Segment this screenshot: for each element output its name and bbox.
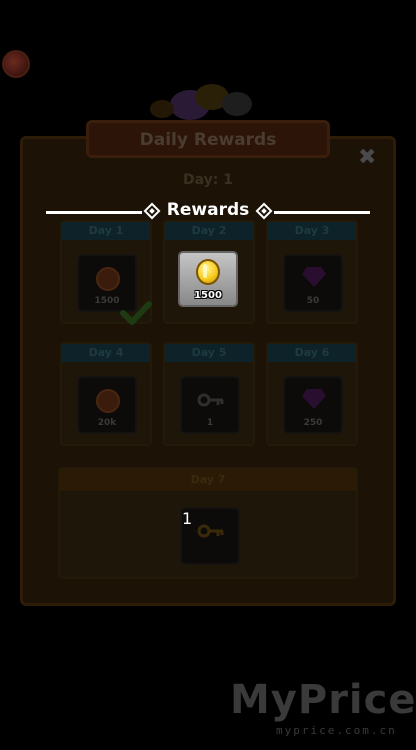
reward-amount: 50 — [306, 296, 320, 306]
treasure-pile-icon — [140, 72, 270, 127]
reward-amount: 250 — [303, 418, 323, 428]
key-icon — [197, 393, 224, 407]
reward-card-day-4[interactable]: Day 4 20k — [60, 342, 152, 446]
reward-slot: 1 — [180, 376, 240, 434]
gem-icon — [302, 389, 326, 409]
day-label: Day 5 — [165, 344, 253, 362]
day-label: Day 1 — [62, 222, 150, 240]
reward-amount: 1 — [206, 418, 214, 428]
ball-icon — [96, 267, 120, 291]
current-day-label: Day: 1 — [183, 172, 233, 188]
reward-amount: 20k — [97, 418, 117, 428]
rewards-title: Rewards — [166, 200, 250, 220]
day-label: Day 3 — [268, 222, 356, 240]
reward-slot: 20k — [77, 376, 137, 434]
gem-icon — [302, 267, 326, 287]
page-title: Daily Rewards — [86, 120, 330, 158]
diamond-ornament-icon — [255, 202, 273, 220]
reward-slot-highlighted[interactable]: 1500 — [178, 251, 238, 307]
coin-icon — [196, 259, 220, 285]
day-label: Day 7 — [60, 469, 356, 491]
reward-card-day-3[interactable]: Day 3 50 — [266, 220, 358, 324]
reward-card-day-5[interactable]: Day 5 1 — [163, 342, 255, 446]
reward-amount: 1500 — [194, 290, 222, 301]
reward-slot: 50 — [283, 254, 343, 312]
watermark: MyPrice — [230, 677, 416, 723]
reward-card-day-6[interactable]: Day 6 250 — [266, 342, 358, 446]
reward-slot: 250 — [283, 376, 343, 434]
divider-line-right — [274, 211, 370, 214]
divider-line-left — [46, 211, 142, 214]
close-icon[interactable]: ✖ — [358, 145, 376, 170]
day-label: Day 6 — [268, 344, 356, 362]
day-label: Day 2 — [165, 222, 253, 240]
key-icon — [197, 524, 224, 538]
reward-slot: 1 — [180, 507, 240, 565]
diamond-ornament-icon — [143, 202, 161, 220]
watermark-url: myprice.com.cn — [276, 724, 397, 737]
claimed-check-icon — [120, 301, 152, 325]
reward-card-day-7[interactable]: Day 7 1 — [58, 467, 358, 579]
ball-icon — [96, 389, 120, 413]
day-label: Day 4 — [62, 344, 150, 362]
corner-badge-icon[interactable] — [2, 50, 30, 78]
